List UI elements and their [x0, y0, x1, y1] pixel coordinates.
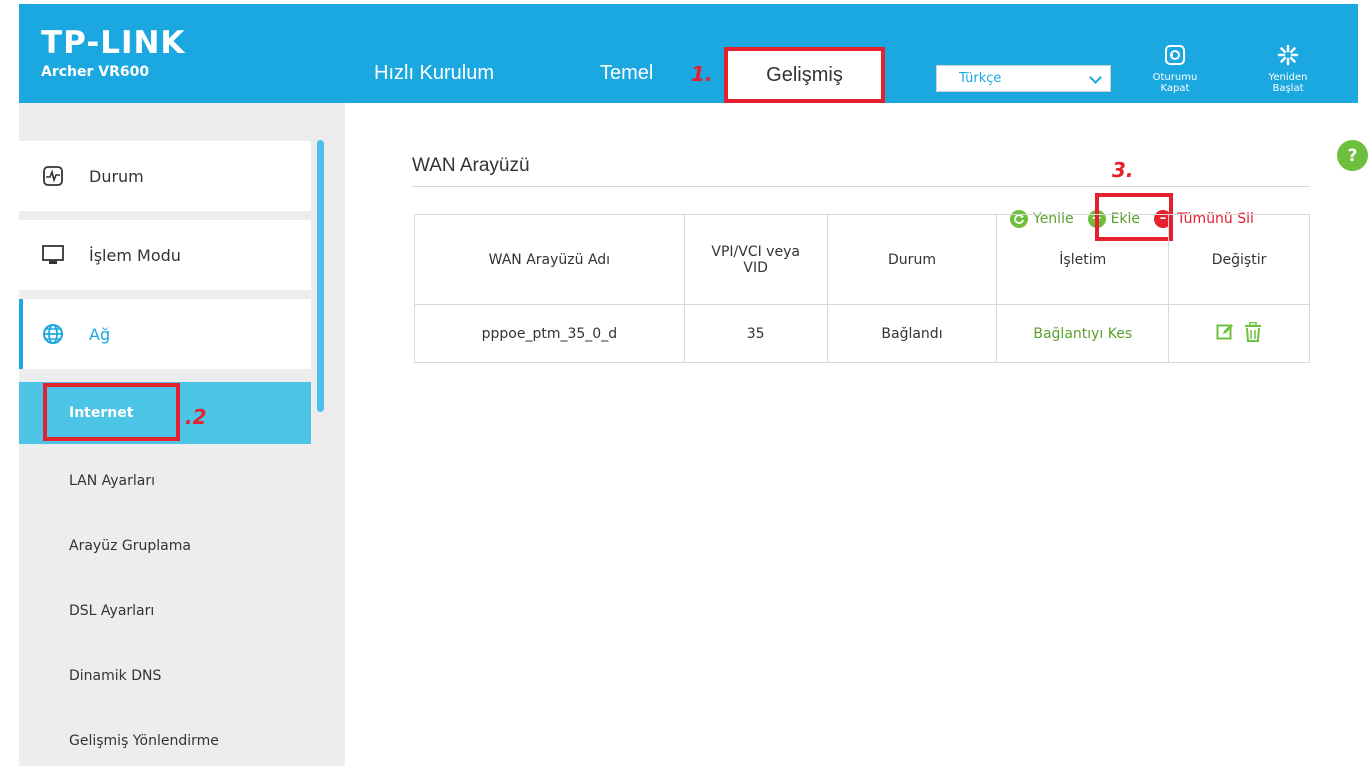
title-divider — [412, 186, 1310, 187]
annotation-step2: .2 — [185, 405, 207, 429]
operation-cell: Bağlantıyı Kes — [996, 304, 1170, 363]
sidebar: Durum İşlem Modu Ağ Internet LAN Ayarlar… — [19, 103, 345, 766]
main-content: WAN Arayüzü 3. Yenile + Ekle – Tümünü Si… — [345, 103, 1358, 766]
nav-advanced-label: Gelişmiş — [766, 63, 843, 86]
annotation-step3: 3. — [1112, 158, 1134, 182]
column-header: İşletim — [996, 214, 1170, 305]
column-header: VPI/VCI veya VID — [683, 214, 828, 305]
logout-icon — [1165, 45, 1185, 65]
monitor-icon — [41, 243, 65, 267]
sidebar-item-label: İşlem Modu — [89, 245, 181, 265]
nav-advanced[interactable]: Gelişmiş — [724, 47, 885, 103]
wan-table: WAN Arayüzü Adı VPI/VCI veya VID Durum İ… — [414, 214, 1310, 363]
logout-label: Oturumu Kapat — [1152, 72, 1198, 94]
reboot-icon — [1277, 44, 1299, 66]
page-title: WAN Arayüzü — [412, 155, 530, 176]
annotation-highlight-internet — [43, 383, 180, 441]
wan-name-cell: pppoe_ptm_35_0_d — [414, 304, 685, 363]
reboot-button[interactable]: Yeniden Başlat — [1253, 44, 1323, 106]
reboot-label: Yeniden Başlat — [1268, 72, 1308, 94]
logout-button[interactable]: Oturumu Kapat — [1140, 44, 1210, 106]
sidebar-subitem-lan[interactable]: LAN Ayarları — [19, 450, 311, 512]
sidebar-item-label: Ağ — [89, 324, 111, 344]
sidebar-item-status[interactable]: Durum — [19, 141, 311, 211]
sidebar-subitem-advanced-routing[interactable]: Gelişmiş Yönlendirme — [19, 710, 311, 766]
model-name: Archer VR600 — [41, 64, 150, 80]
brand-logo: TP-LINK Archer VR600 — [41, 26, 185, 80]
column-header: Değiştir — [1168, 214, 1310, 305]
nav-quick-setup[interactable]: Hızlı Kurulum — [374, 62, 494, 85]
sidebar-subitem-interface-grouping[interactable]: Arayüz Gruplama — [19, 515, 311, 577]
disconnect-link[interactable]: Bağlantıyı Kes — [1033, 326, 1132, 342]
help-icon[interactable]: ? — [1337, 140, 1368, 171]
column-header: Durum — [826, 214, 998, 305]
logo-text: TP-LINK — [41, 25, 186, 61]
status-icon — [41, 164, 65, 188]
table-header-row: WAN Arayüzü Adı VPI/VCI veya VID Durum İ… — [414, 214, 1310, 305]
modify-cell — [1168, 304, 1310, 363]
sidebar-scrollbar[interactable] — [317, 140, 324, 412]
sidebar-subitem-dsl[interactable]: DSL Ayarları — [19, 580, 311, 642]
chevron-down-icon — [1089, 71, 1102, 84]
language-value: Türkçe — [959, 71, 1002, 86]
sidebar-item-network[interactable]: Ağ — [19, 299, 311, 369]
language-select[interactable]: Türkçe — [936, 65, 1111, 92]
status-cell: Bağlandı — [826, 304, 998, 363]
edit-icon[interactable] — [1216, 323, 1234, 345]
router-admin-page: TP-LINK Archer VR600 Hızlı Kurulum Temel… — [0, 0, 1368, 766]
sidebar-subitem-ddns[interactable]: Dinamik DNS — [19, 645, 311, 707]
column-header: WAN Arayüzü Adı — [414, 214, 685, 305]
nav-basic[interactable]: Temel — [600, 62, 653, 85]
vid-cell: 35 — [683, 304, 828, 363]
sidebar-item-label: Durum — [89, 166, 144, 186]
trash-icon[interactable] — [1244, 321, 1262, 346]
top-header: TP-LINK Archer VR600 Hızlı Kurulum Temel… — [19, 4, 1358, 103]
globe-icon — [41, 322, 65, 346]
annotation-step1: 1. — [691, 62, 713, 86]
table-row: pppoe_ptm_35_0_d 35 Bağlandı Bağlantıyı … — [414, 304, 1310, 363]
sidebar-item-operation-mode[interactable]: İşlem Modu — [19, 220, 311, 290]
